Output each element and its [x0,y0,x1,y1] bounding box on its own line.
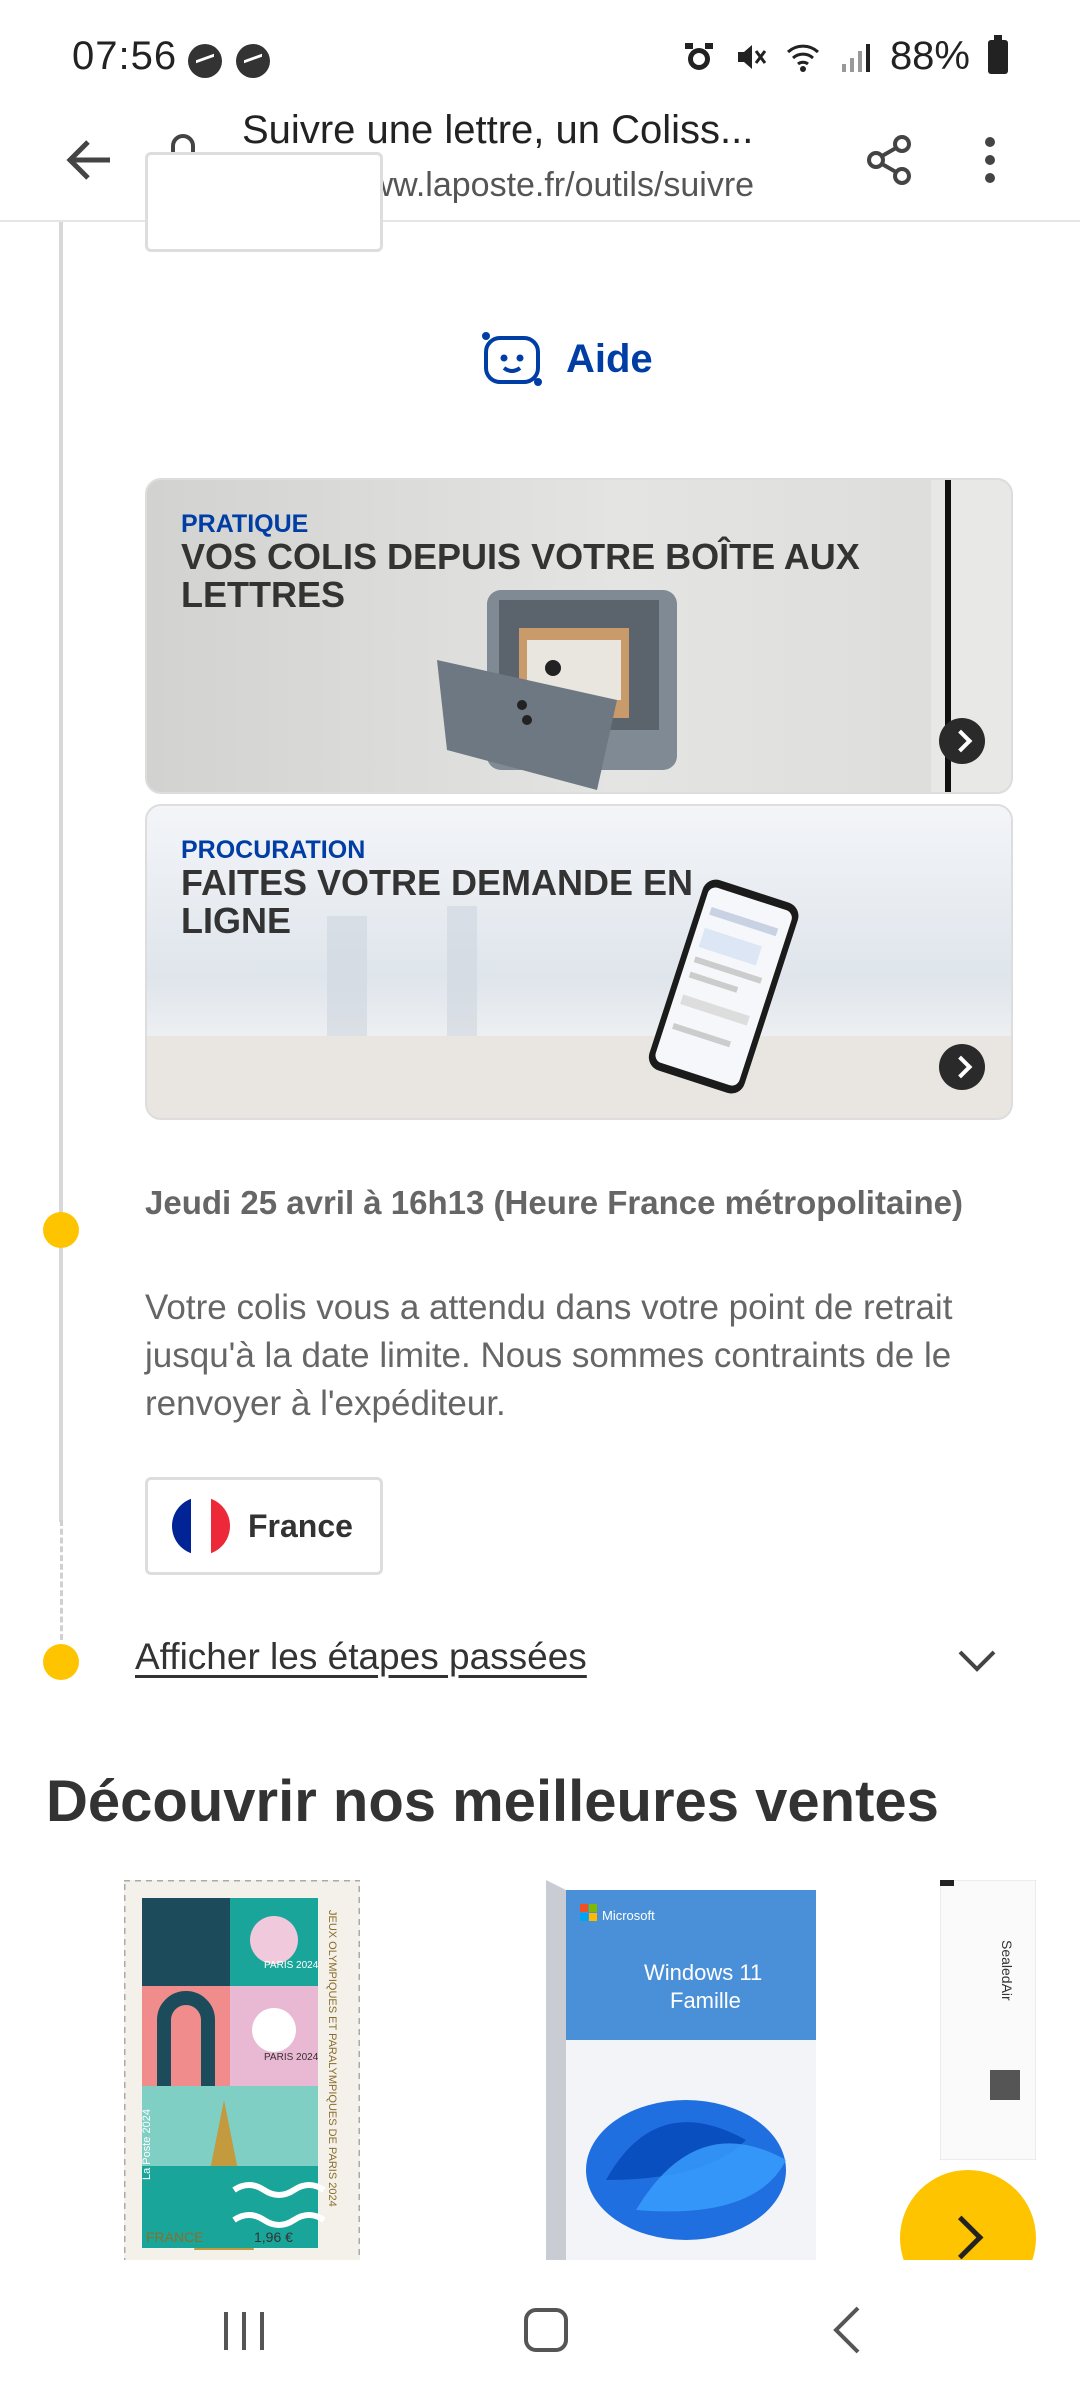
france-flag-icon [172,1497,230,1555]
promo-title: FAITES VOTRE DEMANDE EN LIGNE [181,862,694,941]
messenger-icon [188,44,222,78]
best-sellers-title: Découvrir nos meilleures ventes [46,1769,939,1834]
help-button[interactable]: Aide [480,330,653,388]
alarm-icon [684,42,713,70]
product-windows[interactable]: Microsoft Windows 11 Famille [546,1880,816,2265]
promo-kicker: PROCURATION [181,836,366,864]
mute-icon [737,44,767,69]
messenger-icon [236,44,270,78]
home-icon[interactable] [506,2290,586,2370]
timeline-dot [43,1212,79,1248]
signal-icon [841,43,870,72]
stamp-side-text: JEUX OLYMPIQUES ET PARALYMPIQUES DE PARI… [326,1910,338,2207]
wifi-icon [786,44,819,72]
timeline-line [59,222,63,1522]
stamp-country: FRANCE [146,2229,204,2245]
battery-icon [988,34,1008,74]
system-nav-bar [0,2260,1080,2400]
battery-level: 88% [889,34,970,78]
promo-title: VOS COLIS DEPUIS VOTRE BOÎTE AUX LETTRES [181,536,860,615]
promo-card-mailbox[interactable]: PRATIQUE VOS COLIS DEPUIS VOTRE BOÎTE AU… [145,478,1013,794]
back-arrow-icon[interactable] [58,128,122,192]
timeline-dot [43,1644,79,1680]
event-description: Votre colis vous a attendu dans votre po… [145,1288,953,1423]
envelope-brand: SealedAir [999,1940,1015,2001]
stamp-image: PARIS 2024 PARIS 2024 JEUX OLYMPIQUES ET… [124,1880,360,2265]
share-icon[interactable] [860,128,920,192]
more-menu-icon[interactable] [960,128,1020,192]
help-label: Aide [566,336,653,381]
windows-box-image: Microsoft Windows 11 Famille [546,1880,816,2265]
product-title2: Famille [670,1988,741,2013]
promo-kicker: PRATIQUE [181,510,309,538]
timeline-dashed-line [60,1520,63,1640]
promo-arrow-icon[interactable] [939,718,985,764]
product-envelope[interactable]: SealedAir [940,1880,1036,2160]
recent-apps-icon[interactable] [204,2290,284,2370]
product-title1: Windows 11 [644,1960,762,1985]
country-chip: France [145,1477,383,1575]
stamp-price: 1,96 € [254,2229,293,2245]
stamp-line1: PARIS 2024 [264,1960,319,1971]
back-nav-icon[interactable] [808,2290,888,2370]
promo-arrow-icon[interactable] [939,1044,985,1090]
help-robot-icon [482,332,542,386]
stamp-brand: La Poste 2024 [141,2109,153,2180]
envelope-image: SealedAir [940,1880,1036,2160]
country-label: France [248,1507,353,1544]
chevron-down-icon[interactable] [952,1636,1002,1686]
status-time: 07:56 [72,34,178,78]
product-brand: Microsoft [602,1908,655,1923]
product-stamp[interactable]: PARIS 2024 PARIS 2024 JEUX OLYMPIQUES ET… [124,1880,360,2265]
page-title[interactable]: Suivre une lettre, un Coliss... [242,108,842,153]
event-date: Jeudi 25 avril à 16h13 (Heure France mét… [145,1184,963,1221]
promo-card-procuration[interactable]: PROCURATION FAITES VOTRE DEMANDE EN LIGN… [145,804,1013,1120]
stamp-line2: PARIS 2024 [264,2052,319,2063]
show-past-steps-link[interactable]: Afficher les étapes passées [135,1636,587,1678]
